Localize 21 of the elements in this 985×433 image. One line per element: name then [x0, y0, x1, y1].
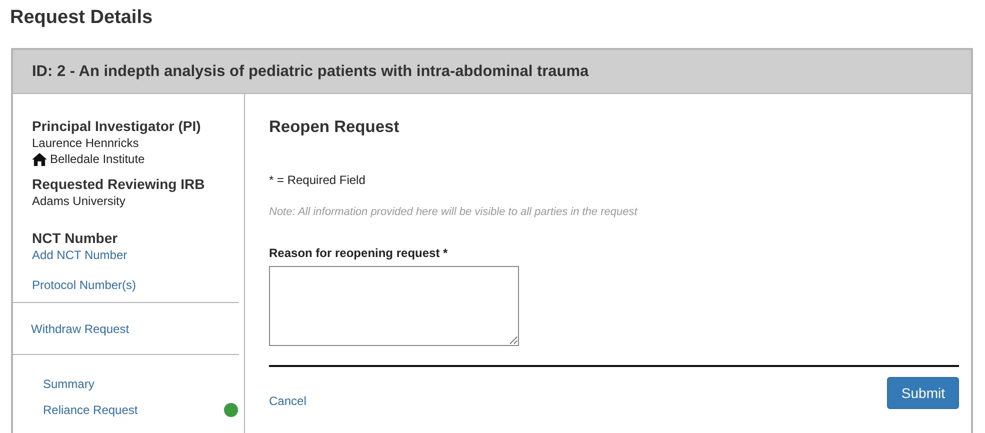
protocol-link[interactable]: Protocol Number(s): [32, 278, 136, 292]
cancel-link[interactable]: Cancel: [269, 394, 306, 408]
withdraw-link[interactable]: Withdraw Request: [31, 322, 130, 336]
irb-name: Adams University: [32, 194, 126, 208]
submit-button[interactable]: Submit: [887, 377, 959, 409]
section-heading: Requested Reviewing IRB: [32, 176, 205, 192]
pi-name: Laurence Hennricks: [32, 136, 139, 150]
home-icon: [32, 152, 47, 166]
visibility-note: Note: All information provided here will be visible to all parties in the request: [269, 206, 638, 218]
field-label: Reason for reopening request *: [269, 246, 448, 260]
section-heading: Principal Investigator (PI): [32, 118, 201, 134]
request-title: ID: 2 - An indepth analysis of pediatric patients with intra-abdominal trauma: [32, 62, 589, 80]
required-note: * = Required Field: [269, 173, 366, 187]
nav-link[interactable]: Summary: [43, 377, 94, 391]
institution-name: Belledale Institute: [50, 152, 145, 166]
add-nct-link[interactable]: Add NCT Number: [32, 248, 128, 262]
nav-link[interactable]: Reliance Request: [43, 403, 138, 417]
reason-field[interactable]: [269, 266, 519, 346]
section-heading: NCT Number: [32, 230, 118, 246]
page-title: Request Details: [10, 7, 154, 29]
form-title: Reopen Request: [269, 118, 400, 137]
